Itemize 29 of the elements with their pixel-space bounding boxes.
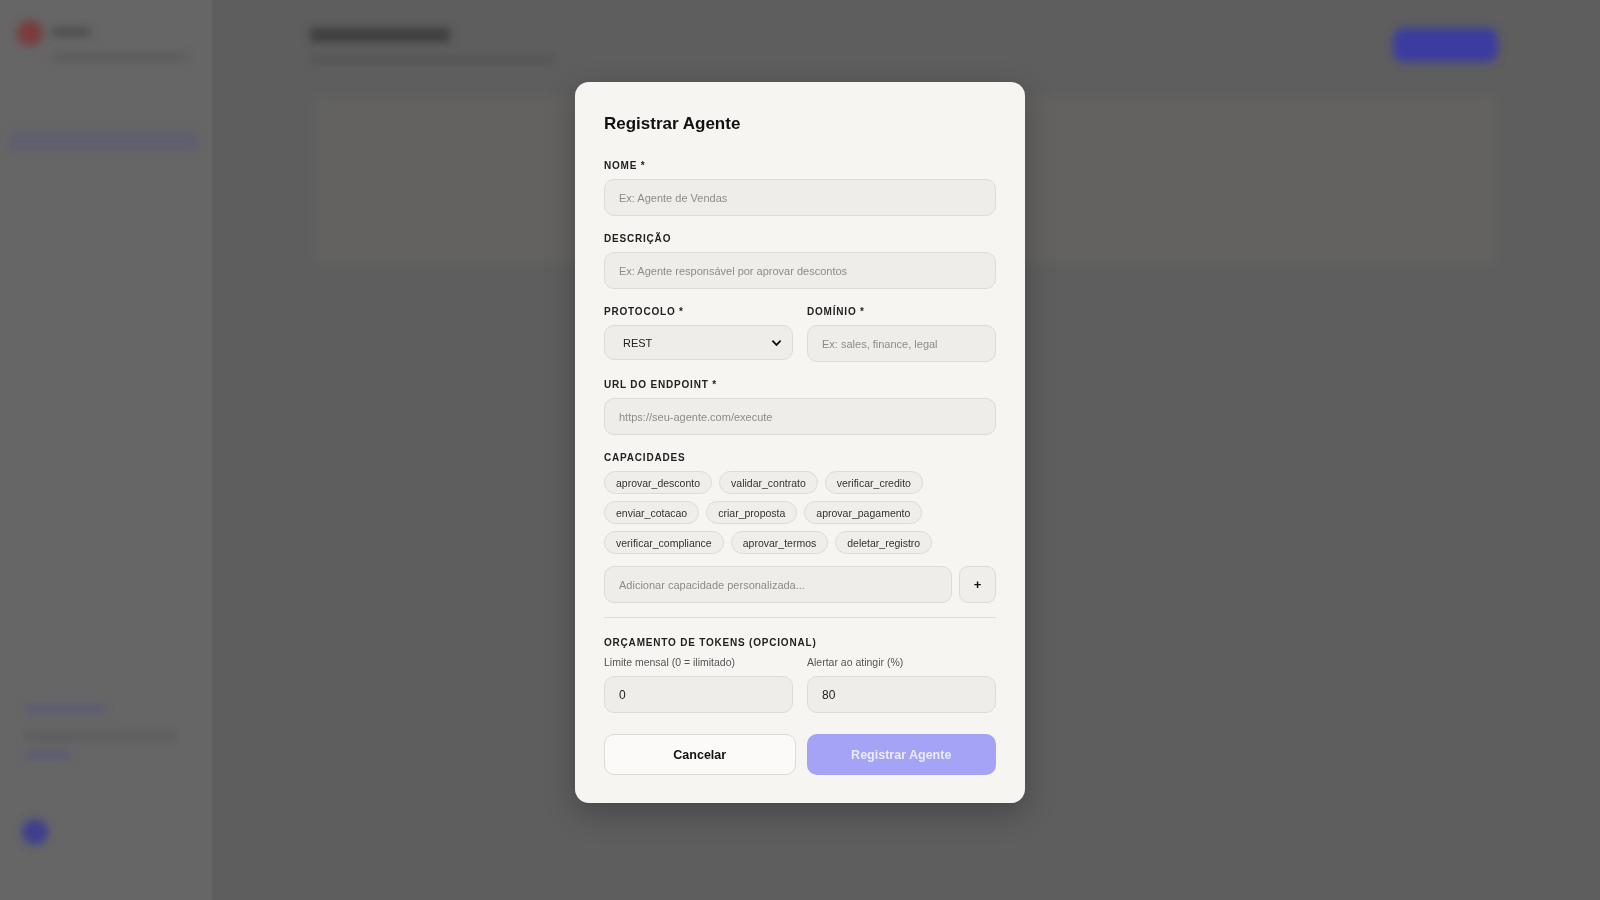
input-field[interactable]: Ex: sales, finance, legal (807, 325, 996, 362)
capability-chip[interactable]: enviar_cotacao (604, 501, 700, 524)
input-field[interactable]: Adicionar capacidade personalizada... (604, 566, 952, 603)
field-label: Limite mensal (0 = ilimitado) (604, 656, 736, 668)
capability-chip[interactable]: deletar_registro (835, 531, 933, 554)
capability-chip[interactable]: verificar_compliance (604, 531, 724, 554)
dialog-title: Registrar Agente (604, 114, 742, 134)
input-field[interactable]: Ex: Agente de Vendas (604, 179, 996, 216)
capability-chip[interactable]: aprovar_desconto (604, 471, 713, 494)
protocol-dropdown[interactable]: REST (604, 325, 793, 360)
field-label: DESCRIÇÃO (604, 233, 673, 244)
input-field[interactable]: 0 (604, 676, 793, 713)
field-label: PROTOCOLO * (604, 306, 685, 317)
capability-chip[interactable]: aprovar_pagamento (804, 501, 923, 524)
input-field[interactable]: https://seu-agente.com/execute (604, 398, 996, 435)
section-label: ORÇAMENTO DE TOKENS (OPCIONAL) (604, 637, 818, 648)
input-field[interactable]: Ex: Agente responsável por aprovar descontos (604, 252, 996, 289)
capability-chip[interactable]: verificar_credito (824, 471, 923, 494)
cancel-button[interactable]: Cancelar (604, 734, 796, 775)
input-field[interactable]: 80 (807, 676, 996, 713)
capability-chip[interactable]: aprovar_termos (730, 531, 829, 554)
field-label: NOME * (604, 160, 647, 171)
field-label: DOMÍNIO * (807, 306, 866, 317)
field-label: Alertar ao atingir (%) (807, 656, 905, 668)
capability-chip[interactable]: validar_contrato (719, 471, 818, 494)
capability-chip[interactable]: criar_proposta (706, 501, 798, 524)
add-button[interactable]: + (959, 566, 996, 603)
field-label: CAPACIDADES (604, 452, 687, 463)
field-label: URL DO ENDPOINT * (604, 379, 718, 390)
